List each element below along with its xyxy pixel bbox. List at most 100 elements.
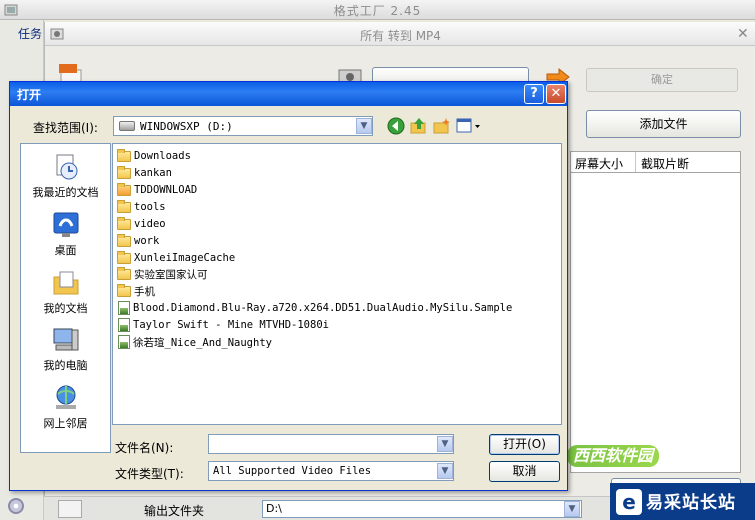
cd-icon [8,498,24,514]
menu-task[interactable]: 任务 [18,25,42,42]
file-name-label: 文件名(N): [115,441,174,455]
close-icon[interactable]: ✕ [737,26,749,42]
task-list-header: 屏幕大小 截取片断 [570,151,741,173]
convert-dialog-title-bar: 所有 转到 MP4 ✕ [45,22,755,46]
my-documents-icon [53,271,78,295]
yicai-watermark-text: 易采站长站 [646,493,736,513]
app-title: 格式工厂 2.45 [333,4,422,18]
new-folder-icon[interactable] [433,117,451,135]
place-my-documents[interactable]: 我的文档 [21,268,110,316]
folder-icon [117,216,131,230]
folder-icon [117,199,131,213]
output-folder-label: 输出文件夹 [144,504,205,518]
file-name: 手机 [134,285,155,298]
file-type-label: 文件类型(T): [115,467,184,481]
download-folder-icon [117,182,131,196]
task-list[interactable] [570,173,741,473]
folder-icon [117,233,131,247]
back-icon[interactable] [387,117,405,135]
list-item[interactable]: Blood.Diamond.Blu-Ray.a720.x264.DD51.Dua… [117,300,512,316]
list-item[interactable]: 手机 [117,283,155,299]
view-menu-icon[interactable] [456,117,482,135]
file-name: kankan [134,167,172,179]
list-item[interactable]: Downloads [117,148,191,164]
cancel-button[interactable]: 取消 [489,461,560,482]
place-label: 我最近的文档 [32,186,99,199]
open-button[interactable]: 打开(O) [489,434,560,455]
folder-icon [117,148,131,162]
places-bar: 我最近的文档 桌面 我的文档 我的电脑 网上邻居 [20,143,111,453]
column-header-screen-size[interactable]: 屏幕大小 [575,155,623,172]
file-name: Downloads [134,150,191,162]
video-file-icon [118,301,130,315]
file-name: XunleiImageCache [134,252,236,264]
list-item[interactable]: kankan [117,165,172,181]
file-name: work [134,235,160,247]
yicai-watermark-logo: e 易采站长站 [610,483,755,520]
file-name: 实验室国家认可 [134,268,208,281]
folder-icon[interactable] [58,500,82,518]
place-label: 我的电脑 [43,359,88,372]
file-name: tools [134,201,166,213]
file-name: 徐若瑄_Nice_And_Naughty [133,336,272,349]
my-computer-icon [53,328,78,351]
chevron-down-icon[interactable]: ▼ [437,436,453,452]
list-item[interactable]: video [117,216,166,232]
place-network[interactable]: 网上邻居 [21,383,110,431]
file-type-value: All Supported Video Files [213,465,372,477]
app-title-bar: 格式工厂 2.45 [0,0,755,20]
place-label: 我的文档 [43,302,88,315]
recent-documents-icon [56,154,77,180]
desktop-icon [53,212,78,237]
chevron-down-icon[interactable]: ▼ [564,501,580,517]
column-header-clip[interactable]: 截取片断 [641,155,689,172]
list-item[interactable]: tools [117,199,166,215]
list-item[interactable]: Taylor Swift - Mine MTVHD-1080i [117,317,329,333]
add-file-button[interactable]: 添加文件 [586,110,741,138]
folder-icon [117,250,131,264]
column-divider [635,152,636,172]
xixi-watermark-text: 西西软件园 [567,445,660,467]
look-in-dropdown[interactable]: WINDOWSXP (D:) ▼ [113,116,373,136]
place-desktop[interactable]: 桌面 [21,210,110,258]
place-recent-documents[interactable]: 我最近的文档 [21,152,110,200]
confirm-button[interactable]: 确定 [586,68,738,92]
file-list[interactable]: Downloads kankan TDDOWNLOAD tools video … [112,143,562,425]
look-in-value: WINDOWSXP (D:) [140,120,233,133]
folder-icon [117,165,131,179]
place-my-computer[interactable]: 我的电脑 [21,325,110,373]
file-name: TDDOWNLOAD [134,184,198,196]
close-button[interactable]: ✕ [546,84,566,104]
folder-icon [117,283,131,297]
network-places-icon [55,385,76,409]
xixi-watermark-logo: 西西软件园 [567,445,687,467]
video-file-icon [118,318,130,332]
look-in-label: 查找范围(I): [33,121,98,135]
open-dialog-title-bar[interactable]: 打开 ? ✕ [10,82,567,106]
list-item[interactable]: 实验室国家认可 [117,266,208,282]
list-item[interactable]: 徐若瑄_Nice_And_Naughty [117,334,272,350]
list-item[interactable]: work [117,233,159,249]
file-name: Blood.Diamond.Blu-Ray.a720.x264.DD51.Dua… [133,302,513,314]
convert-dialog-title: 所有 转到 MP4 [360,29,441,43]
file-name: video [134,218,166,230]
up-folder-icon[interactable] [410,117,428,135]
place-label: 网上邻居 [43,417,88,430]
chevron-down-icon[interactable]: ▼ [437,463,453,479]
list-item[interactable]: XunleiImageCache [117,250,235,266]
chevron-down-icon[interactable]: ▼ [356,118,372,134]
help-button[interactable]: ? [524,84,544,104]
open-dialog-title: 打开 [17,88,42,102]
file-name: Taylor Swift - Mine MTVHD-1080i [133,319,329,331]
list-item[interactable]: TDDOWNLOAD [117,182,197,198]
yicai-logo-icon: e [616,489,642,515]
drive-icon [119,121,135,131]
video-file-icon [118,335,130,349]
file-name-input[interactable]: ▼ [208,434,454,454]
file-type-dropdown[interactable]: All Supported Video Files ▼ [208,461,454,481]
folder-icon [117,266,131,280]
open-file-dialog: 打开 ? ✕ 查找范围(I): WINDOWSXP (D:) ▼ 我最近的文档 … [9,81,568,491]
output-folder-input[interactable]: D:\ [262,500,582,518]
output-folder-value: D:\ [266,502,282,515]
place-label: 桌面 [54,244,77,257]
